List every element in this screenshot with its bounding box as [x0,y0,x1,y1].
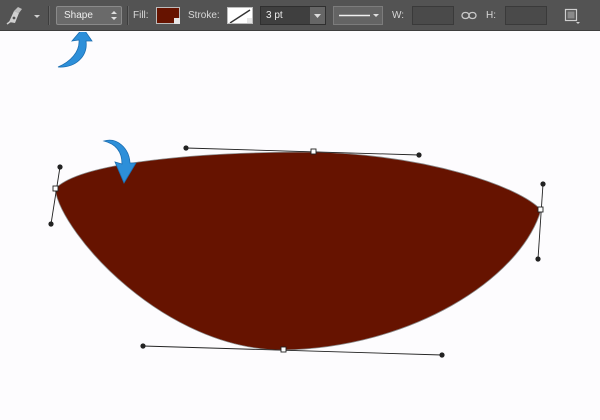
stroke-label: Stroke: [188,10,220,21]
swatch-dropdown-corner [247,18,252,23]
height-input[interactable] [505,6,547,25]
swatch-dropdown-corner [174,18,180,24]
document-canvas[interactable] [0,32,600,420]
options-bar: Shape Fill: Stroke: 3 pt W: H: [0,0,600,31]
tool-mode-dropdown[interactable]: Shape [56,6,122,25]
path-operations-icon[interactable] [563,7,581,25]
stroke-color-swatch[interactable] [227,7,253,24]
stroke-width-dropdown[interactable] [310,7,325,24]
width-input[interactable] [412,6,454,25]
chevron-down-icon [314,14,321,18]
separator [48,6,50,25]
curved-shape[interactable] [54,151,542,351]
tool-mode-label: Shape [64,10,93,21]
stroke-type-dropdown[interactable] [333,6,383,25]
pen-tool-icon[interactable] [5,5,27,25]
fill-color-swatch[interactable] [156,7,180,24]
fill-label: Fill: [133,10,149,21]
link-icon[interactable] [461,10,477,21]
width-label: W: [392,10,405,21]
blue-curved-arrow [57,32,93,68]
stroke-width-field[interactable]: 3 pt [260,6,326,25]
separator [127,6,129,25]
tool-preset-dropdown-icon[interactable] [32,11,42,21]
stroke-line-preview-icon [339,14,379,17]
height-label: H: [486,10,496,21]
stroke-width-value: 3 pt [266,10,283,21]
spinner-arrows-icon [111,11,117,20]
